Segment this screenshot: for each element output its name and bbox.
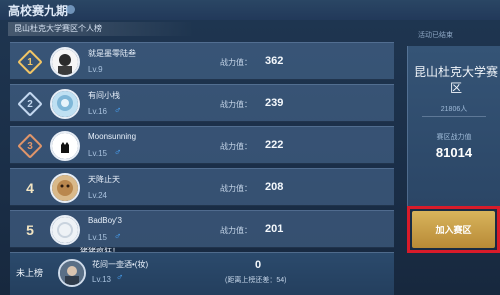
player-level: Lv.9	[88, 65, 103, 74]
power-label: 战力值：	[220, 142, 252, 151]
power-value: 201	[265, 223, 284, 235]
player-name: 就是墨零陆叁	[88, 49, 136, 58]
player-level: Lv.24	[88, 191, 107, 200]
avatar[interactable]	[50, 47, 80, 77]
my-rank-status: 未上榜	[16, 268, 44, 278]
player-name: Moonsunning	[88, 132, 137, 141]
power-value: 239	[265, 97, 284, 109]
rank-2-badge-icon: 2	[16, 90, 44, 118]
rank-1-badge-icon: 1	[16, 48, 44, 76]
player-level: Lv.16	[88, 107, 107, 116]
event-status: 活动已结束	[418, 32, 453, 39]
my-rank-row[interactable]: 未上榜 花间一壶酒•(妆) Lv.13 ♂ 0 (距离上榜还差：54)	[10, 252, 394, 295]
member-count: 21806人	[440, 106, 468, 113]
my-avatar[interactable]	[58, 259, 86, 287]
avatar[interactable]	[50, 215, 80, 245]
rank-gap-text: (距离上榜还差：54)	[225, 277, 287, 284]
leaderboard-row[interactable]: 2 有间小栈 Lv.16 ♂ 战力值： 239	[10, 84, 394, 122]
player-name: 天降止天	[88, 175, 120, 184]
region-power-label: 赛区战力值	[436, 134, 472, 141]
my-name: 花间一壶酒•(妆)	[92, 260, 149, 269]
rank-3-badge-icon: 3	[16, 132, 44, 160]
join-region-button[interactable]: 加入赛区	[412, 211, 495, 248]
power-label: 战力值：	[220, 58, 252, 67]
region-card: 昆山杜克大学赛区 21806人 赛区战力值 81014	[407, 46, 500, 206]
player-level: Lv.15	[88, 233, 107, 242]
region-power-value: 81014	[435, 145, 473, 160]
divider	[422, 116, 486, 117]
player-name: 有间小栈	[88, 91, 120, 100]
rank-5-label: 5	[26, 222, 34, 238]
power-label: 战力值：	[220, 100, 252, 109]
title-bar: 高校赛九期	[0, 0, 500, 20]
male-gender-icon: ♂	[114, 147, 122, 158]
power-value: 222	[265, 139, 284, 151]
male-gender-icon: ♂	[114, 105, 122, 116]
leaderboard-row[interactable]: 1 就是墨零陆叁 Lv.9 战力值： 362	[10, 42, 394, 80]
male-gender-icon: ♂	[114, 231, 122, 242]
info-icon[interactable]	[66, 5, 75, 14]
power-label: 战力值：	[220, 184, 252, 193]
leaderboard-row[interactable]: 5 BadBoy'3 Lv.15 ♂ 战力值： 201	[10, 210, 394, 248]
avatar[interactable]	[50, 89, 80, 119]
region-name: 昆山杜克大学赛区	[413, 65, 498, 95]
my-level: Lv.13	[92, 275, 111, 284]
power-value: 362	[265, 55, 284, 67]
player-name: BadBoy'3	[88, 216, 122, 225]
leaderboard-row[interactable]: 3 Moonsunning Lv.15 ♂ 战力值： 222	[10, 126, 394, 164]
rank-4-label: 4	[26, 180, 34, 196]
male-gender-icon: ♂	[116, 272, 124, 283]
leaderboard-banner: 昆山杜克大学赛区个人榜	[8, 22, 194, 36]
join-highlight-frame: 加入赛区	[407, 206, 500, 253]
power-label: 战力值：	[220, 226, 252, 235]
leaderboard-row[interactable]: 4 天降止天 Lv.24 战力值： 208	[10, 168, 394, 206]
avatar[interactable]	[50, 173, 80, 203]
page-title: 高校赛九期	[8, 4, 69, 18]
avatar[interactable]	[50, 131, 80, 161]
leaderboard-title: 昆山杜克大学赛区个人榜	[14, 24, 102, 33]
player-level: Lv.15	[88, 149, 107, 158]
my-power-value: 0	[255, 259, 262, 271]
power-value: 208	[265, 181, 284, 193]
